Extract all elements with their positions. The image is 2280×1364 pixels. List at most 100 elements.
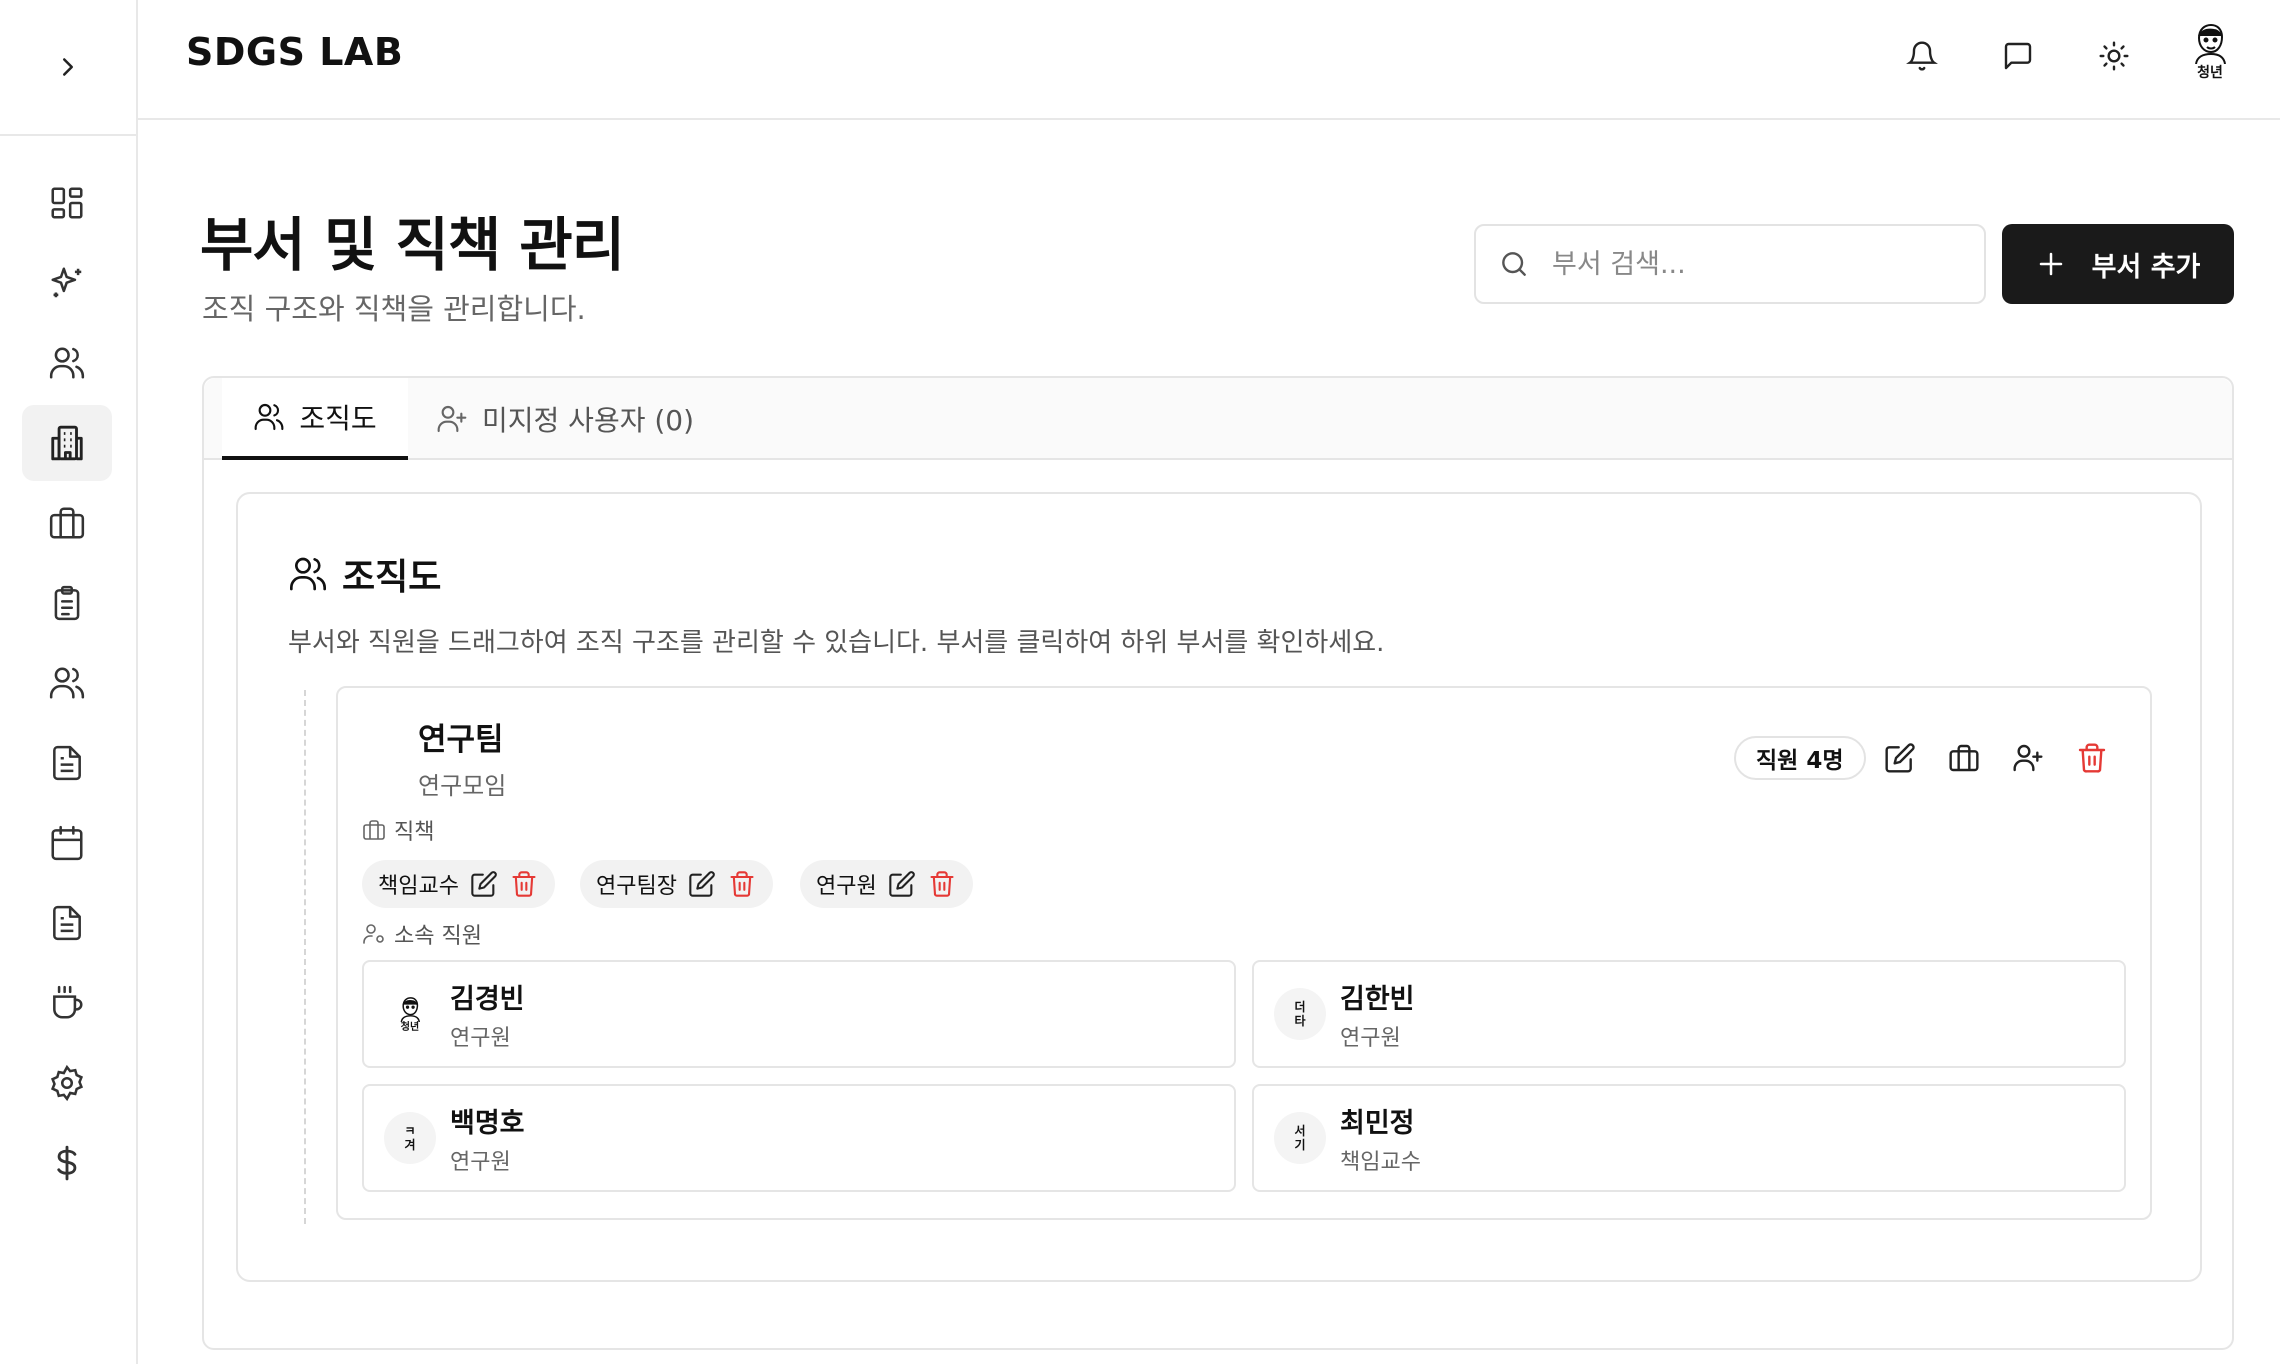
edit-icon[interactable] <box>687 869 717 899</box>
briefcase-icon <box>1948 742 1980 774</box>
positions-section-label: 직책 <box>362 814 434 846</box>
sidebar-item-ai[interactable] <box>22 245 112 321</box>
sidebar-item-dashboard[interactable] <box>22 165 112 241</box>
tree-connector <box>304 690 306 1224</box>
org-chart-description: 부서와 직원을 드래그하여 조직 구조를 관리할 수 있습니다. 부서를 클릭하… <box>288 628 1385 658</box>
department-description: 연구모임 <box>418 772 507 800</box>
sidebar-item-settings[interactable] <box>22 1045 112 1121</box>
member-card[interactable]: ㅋ 겨 백명호 연구원 <box>362 1084 1236 1192</box>
plus-icon <box>2036 249 2066 279</box>
file-text-icon <box>48 904 86 942</box>
messages-button[interactable] <box>1994 32 2042 80</box>
trash-icon[interactable] <box>727 869 757 899</box>
sidebar <box>0 0 138 1364</box>
edit-icon <box>1884 742 1916 774</box>
sidebar-item-departments[interactable] <box>22 405 112 481</box>
department-card[interactable]: 연구팀 연구모임 직원 4명 직책 책임교수 연구팀장 연구원 소속 직원 청년… <box>336 686 2152 1220</box>
brand-title: SDGS LAB <box>186 30 404 74</box>
avatar-label: 청년 <box>2197 65 2223 81</box>
sidebar-item-finance[interactable] <box>22 1125 112 1201</box>
add-member-button[interactable] <box>2008 738 2048 778</box>
member-avatar: 더 타 <box>1274 988 1326 1040</box>
trash-icon[interactable] <box>927 869 957 899</box>
members-label: 소속 직원 <box>394 924 482 949</box>
member-card[interactable]: 청년 김경빈 연구원 <box>362 960 1236 1068</box>
org-chart-header: 조직도 <box>288 548 441 600</box>
add-department-button[interactable]: 부서 추가 <box>2002 224 2234 304</box>
building-icon <box>48 424 86 462</box>
member-avatar: ㅋ 겨 <box>384 1112 436 1164</box>
sidebar-item-tasks[interactable] <box>22 565 112 641</box>
member-avatar-fallback: 더 타 <box>1294 1000 1306 1028</box>
dashboard-icon <box>48 184 86 222</box>
position-name: 연구팀장 <box>596 874 677 899</box>
avatar-face-icon <box>397 996 423 1022</box>
tab-unassigned-label: 미지정 사용자 (0) <box>482 404 695 437</box>
users-icon <box>288 554 328 594</box>
clipboard-list-icon <box>48 584 86 622</box>
chevron-right-icon <box>53 52 83 82</box>
tab-org-chart[interactable]: 조직도 <box>222 378 408 460</box>
calendar-icon <box>48 824 86 862</box>
edit-department-button[interactable] <box>1880 738 1920 778</box>
edit-icon[interactable] <box>887 869 917 899</box>
search-icon <box>1498 248 1530 280</box>
sidebar-item-members[interactable] <box>22 645 112 721</box>
users-icon <box>48 664 86 702</box>
dollar-icon <box>48 1144 86 1182</box>
users-icon <box>48 344 86 382</box>
position-name: 책임교수 <box>378 874 459 899</box>
users-icon <box>253 401 285 433</box>
top-bar: SDGS LAB 청년 <box>138 0 2280 120</box>
position-chip[interactable]: 책임교수 <box>362 860 555 908</box>
sidebar-nav <box>22 165 112 1205</box>
edit-icon[interactable] <box>469 869 499 899</box>
member-role: 연구원 <box>1340 1025 1401 1051</box>
sidebar-toggle-button[interactable] <box>0 0 136 136</box>
member-card[interactable]: 서 기 최민정 책임교수 <box>1252 1084 2126 1192</box>
user-plus-icon <box>2012 742 2044 774</box>
notifications-button[interactable] <box>1898 32 1946 80</box>
member-avatar: 서 기 <box>1274 1112 1326 1164</box>
tab-bar: 조직도 미지정 사용자 (0) <box>204 378 2232 460</box>
position-chip[interactable]: 연구원 <box>800 860 973 908</box>
user-avatar-button[interactable]: 청년 <box>2178 22 2242 86</box>
tab-unassigned-users[interactable]: 미지정 사용자 (0) <box>436 378 694 460</box>
member-count-badge: 직원 4명 <box>1734 736 1866 780</box>
member-avatar-label: 청년 <box>400 1021 420 1033</box>
member-name: 김경빈 <box>450 983 525 1015</box>
position-chip[interactable]: 연구팀장 <box>580 860 773 908</box>
sidebar-item-users[interactable] <box>22 325 112 401</box>
sidebar-item-calendar[interactable] <box>22 805 112 881</box>
member-info: 백명호 연구원 <box>450 1101 525 1176</box>
member-name: 최민정 <box>1340 1107 1415 1139</box>
member-info: 최민정 책임교수 <box>1340 1101 1421 1176</box>
coffee-icon <box>48 984 86 1022</box>
sidebar-item-documents[interactable] <box>22 725 112 801</box>
position-name: 연구원 <box>816 874 877 899</box>
avatar-face-icon <box>2190 22 2230 64</box>
positions-label: 직책 <box>394 820 435 845</box>
delete-department-button[interactable] <box>2072 738 2112 778</box>
member-card[interactable]: 더 타 김한빈 연구원 <box>1252 960 2126 1068</box>
sun-icon <box>2098 40 2130 72</box>
settings-icon <box>48 1064 86 1102</box>
member-avatar: 청년 <box>384 988 436 1040</box>
sidebar-item-cafe[interactable] <box>22 965 112 1041</box>
file-text-icon <box>48 744 86 782</box>
search-input[interactable] <box>1552 248 1952 280</box>
page-title: 부서 및 직책 관리 <box>200 211 625 279</box>
org-chart-card: 조직도 부서와 직원을 드래그하여 조직 구조를 관리할 수 있습니다. 부서를… <box>236 492 2202 1282</box>
message-icon <box>2002 40 2034 72</box>
page-subtitle: 조직 구조와 직책을 관리합니다. <box>202 292 586 326</box>
trash-icon <box>2076 742 2108 774</box>
department-name: 연구팀 <box>418 722 504 758</box>
members-section-label: 소속 직원 <box>362 918 482 950</box>
trash-icon[interactable] <box>509 869 539 899</box>
member-name: 김한빈 <box>1340 983 1415 1015</box>
sidebar-item-positions[interactable] <box>22 485 112 561</box>
manage-positions-button[interactable] <box>1944 738 1984 778</box>
sidebar-item-reports[interactable] <box>22 885 112 961</box>
member-avatar-fallback: ㅋ 겨 <box>404 1124 416 1152</box>
theme-toggle-button[interactable] <box>2090 32 2138 80</box>
